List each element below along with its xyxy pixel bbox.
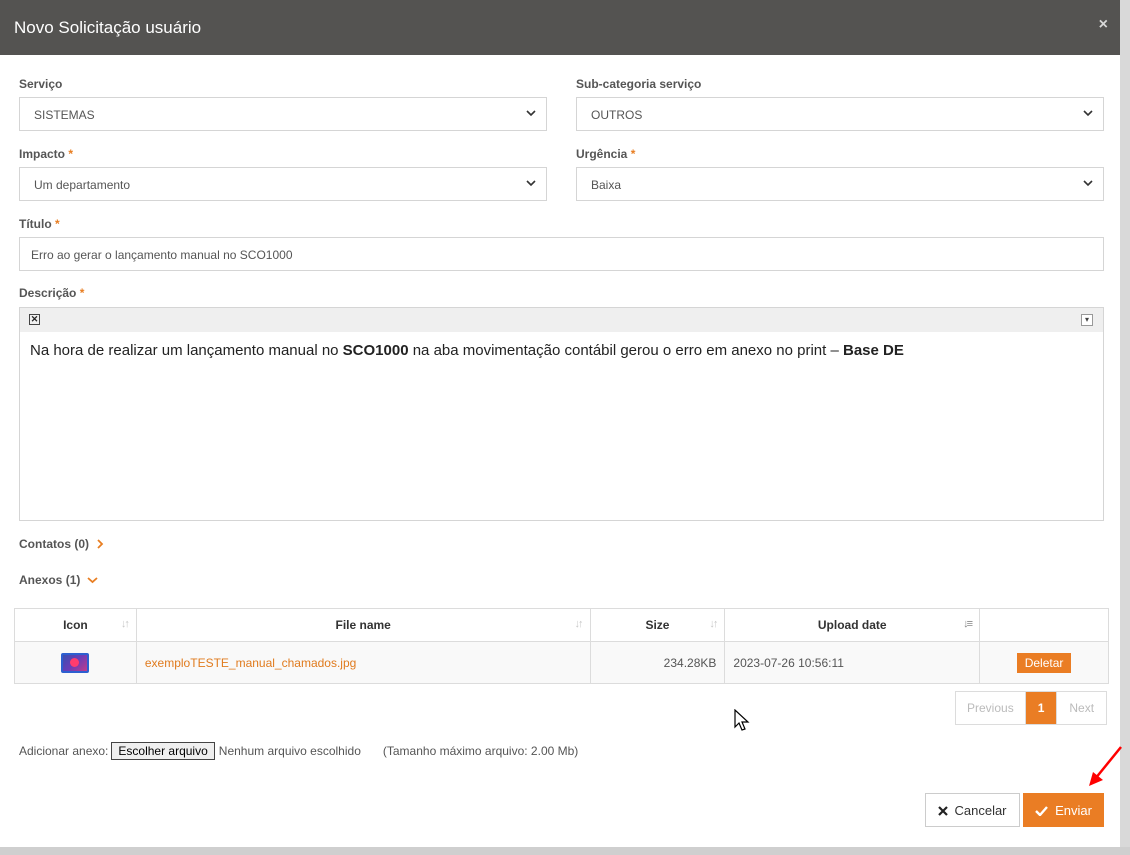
new-request-dialog: Novo Solicitação usuário × Serviço SISTE…	[0, 0, 1120, 847]
image-file-icon	[61, 652, 90, 673]
check-icon	[1035, 805, 1048, 817]
cell-file-name: exemploTESTE_manual_chamados.jpg	[135, 641, 591, 684]
editor-toolbar: ✕ ▾	[20, 308, 1103, 332]
add-attachment-row: Adicionar anexo: Escolher arquivo Nenhum…	[19, 742, 578, 760]
sort-desc-icon[interactable]: ↓≡	[963, 618, 973, 630]
cancel-button[interactable]: Cancelar	[925, 793, 1020, 827]
required-mark: *	[55, 217, 60, 231]
contatos-label: Contatos	[19, 537, 71, 551]
descricao-editor[interactable]: ✕ ▾ Na hora de realizar um lançamento ma…	[19, 307, 1104, 521]
urgencia-value: Baixa	[591, 178, 622, 192]
sort-icon[interactable]: ↓↑	[121, 618, 130, 630]
anexos-label: Anexos	[19, 573, 63, 587]
pagination-previous[interactable]: Previous	[956, 692, 1026, 724]
collapse-toolbar-icon[interactable]: ▾	[1081, 314, 1093, 326]
descricao-content[interactable]: Na hora de realizar um lançamento manual…	[20, 332, 1103, 369]
close-icon[interactable]: ×	[1099, 16, 1108, 34]
cell-upload-date: 2023-07-26 10:56:11	[724, 641, 981, 684]
chevron-down-icon	[526, 110, 536, 117]
required-mark: *	[68, 147, 74, 161]
mouse-cursor-icon	[734, 709, 750, 731]
cancel-label: Cancelar	[954, 802, 1007, 818]
dialog-title: Novo Solicitação usuário	[14, 18, 202, 37]
pagination-next[interactable]: Next	[1056, 692, 1106, 724]
subcategoria-label: Sub-categoria serviço	[576, 77, 702, 91]
impacto-select[interactable]: Um departamento	[19, 167, 547, 201]
titulo-label: Título *	[19, 217, 60, 231]
pagination: Previous 1 Next	[955, 691, 1108, 725]
bottom-backdrop	[0, 847, 1130, 855]
descricao-text-2: na aba movimentação contábil gerou o err…	[408, 342, 843, 359]
cell-icon	[14, 641, 137, 684]
add-attachment-label: Adicionar anexo:	[19, 744, 109, 758]
required-mark: *	[79, 286, 85, 300]
file-link[interactable]: exemploTESTE_manual_chamados.jpg	[145, 656, 356, 670]
column-header-file-name[interactable]: File name ↓↑	[135, 608, 591, 642]
annotation-arrow-icon	[1089, 746, 1122, 786]
dialog-header: Novo Solicitação usuário ×	[0, 0, 1120, 55]
contatos-toggle[interactable]: Contatos (0)	[19, 537, 105, 551]
chevron-down-icon	[87, 577, 98, 584]
table-header-row: Icon ↓↑ File name ↓↑ Size ↓↑ Upload date ↓≡	[14, 608, 1109, 642]
contatos-count: (0)	[74, 537, 90, 551]
column-header-icon[interactable]: Icon ↓↑	[14, 608, 137, 642]
servico-value: SISTEMAS	[34, 108, 95, 122]
column-header-actions	[979, 608, 1109, 642]
column-header-size[interactable]: Size ↓↑	[589, 608, 726, 642]
close-icon	[938, 805, 949, 816]
chevron-right-icon	[97, 539, 104, 549]
titulo-input[interactable]: Erro ao gerar o lançamento manual no SCO…	[19, 237, 1104, 271]
fullscreen-icon[interactable]: ✕	[29, 314, 40, 325]
impacto-label: Impacto *	[19, 147, 74, 161]
send-label: Enviar	[1055, 802, 1092, 818]
servico-select[interactable]: SISTEMAS	[19, 97, 547, 131]
delete-button[interactable]: Deletar	[1016, 652, 1072, 673]
subcategoria-select[interactable]: OUTROS	[576, 97, 1104, 131]
urgencia-label: Urgência *	[576, 147, 636, 161]
urgencia-select[interactable]: Baixa	[576, 167, 1104, 201]
cell-actions: Deletar	[979, 641, 1109, 684]
descricao-bold-2: Base DE	[842, 342, 904, 359]
pagination-page-1[interactable]: 1	[1025, 692, 1057, 724]
impacto-value: Um departamento	[34, 178, 131, 192]
chevron-down-icon	[1083, 180, 1093, 187]
titulo-value: Erro ao gerar o lançamento manual no SCO…	[31, 248, 293, 262]
descricao-bold-1: SCO1000	[342, 342, 409, 359]
file-status: Nenhum arquivo escolhido	[218, 744, 361, 758]
anexos-count: (1)	[65, 573, 81, 587]
max-size-note: (Tamanho máximo arquivo: 2.00 Mb)	[382, 744, 579, 758]
choose-file-button[interactable]: Escolher arquivo	[111, 742, 215, 760]
sort-icon[interactable]: ↓↑	[709, 618, 718, 630]
cell-size: 234.28KB	[589, 641, 726, 684]
chevron-down-icon	[1083, 110, 1093, 117]
chevron-down-icon	[526, 180, 536, 187]
descricao-label: Descrição *	[19, 286, 85, 300]
table-row: exemploTESTE_manual_chamados.jpg 234.28K…	[14, 641, 1109, 684]
scroll-backdrop	[1120, 0, 1130, 855]
anexos-toggle[interactable]: Anexos (1)	[19, 573, 98, 587]
sort-icon[interactable]: ↓↑	[575, 618, 584, 630]
required-mark: *	[630, 147, 636, 161]
subcategoria-value: OUTROS	[591, 108, 643, 122]
descricao-text-1: Na hora de realizar um lançamento manual…	[30, 342, 343, 359]
servico-label: Serviço	[19, 77, 63, 91]
column-header-upload-date[interactable]: Upload date ↓≡	[724, 608, 981, 642]
send-button[interactable]: Enviar	[1023, 793, 1104, 827]
attachments-table: Icon ↓↑ File name ↓↑ Size ↓↑ Upload date ↓≡ …	[14, 608, 1109, 684]
